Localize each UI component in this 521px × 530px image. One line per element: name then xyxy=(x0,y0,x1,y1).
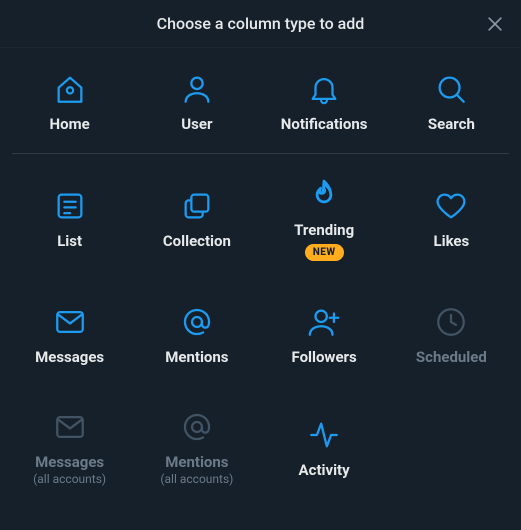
home-icon xyxy=(53,72,87,106)
column-type-followers[interactable]: Followers xyxy=(261,301,388,370)
envelope-icon xyxy=(53,305,87,339)
column-type-likes[interactable]: Likes xyxy=(388,174,515,266)
tile-row: Home User Notifications Search xyxy=(0,48,521,153)
tile-label: Mentions xyxy=(165,349,228,366)
tile-sublabel: (all accounts) xyxy=(33,472,106,486)
bell-icon xyxy=(307,72,341,106)
column-type-home[interactable]: Home xyxy=(6,68,133,137)
tile-label: Messages xyxy=(35,454,104,471)
clock-icon xyxy=(434,305,468,339)
dialog-header: Choose a column type to add xyxy=(0,0,521,48)
add-column-dialog: Choose a column type to add Home User No… xyxy=(0,0,521,530)
tile-label: Trending xyxy=(294,222,354,239)
column-type-mentions-all: Mentions (all accounts) xyxy=(133,406,260,491)
envelope-icon xyxy=(53,410,87,444)
column-type-scheduled: Scheduled xyxy=(388,301,515,370)
dialog-title: Choose a column type to add xyxy=(157,14,365,33)
column-type-mentions[interactable]: Mentions xyxy=(133,301,260,370)
tile-row: Messages (all accounts) Mentions (all ac… xyxy=(0,386,521,507)
tile-label: Messages xyxy=(35,349,104,366)
user-icon xyxy=(180,72,214,106)
column-type-list[interactable]: List xyxy=(6,174,133,266)
tile-label: User xyxy=(181,116,212,133)
column-type-user[interactable]: User xyxy=(133,68,260,137)
tile-label: List xyxy=(57,233,82,250)
tile-label: Scheduled xyxy=(416,349,487,366)
column-type-activity[interactable]: Activity xyxy=(261,406,388,491)
new-badge: NEW xyxy=(305,244,344,261)
column-type-search[interactable]: Search xyxy=(388,68,515,137)
column-type-collection[interactable]: Collection xyxy=(133,174,260,266)
at-icon xyxy=(180,410,214,444)
column-type-messages-all: Messages (all accounts) xyxy=(6,406,133,491)
tile-row: List Collection Trending NEW Likes xyxy=(0,154,521,282)
close-icon xyxy=(485,14,505,34)
tile-label: Activity xyxy=(299,462,350,479)
list-icon xyxy=(53,189,87,223)
collection-icon xyxy=(180,189,214,223)
tile-sublabel: (all accounts) xyxy=(160,472,233,486)
tile-label: Search xyxy=(428,116,475,133)
activity-icon xyxy=(307,418,341,452)
tile-label: Home xyxy=(50,116,90,133)
close-button[interactable] xyxy=(481,10,509,38)
search-icon xyxy=(434,72,468,106)
flame-icon xyxy=(307,178,341,212)
column-type-messages[interactable]: Messages xyxy=(6,301,133,370)
tile-label: Collection xyxy=(163,233,231,250)
tile-label: Likes xyxy=(433,233,469,250)
column-type-notifications[interactable]: Notifications xyxy=(261,68,388,137)
at-icon xyxy=(180,305,214,339)
tile-label: Notifications xyxy=(281,116,368,133)
column-type-trending[interactable]: Trending NEW xyxy=(261,174,388,266)
tile-row: Messages Mentions Followers Scheduled xyxy=(0,281,521,386)
tile-label: Followers xyxy=(291,349,356,366)
tile-label: Mentions xyxy=(165,454,228,471)
user-plus-icon xyxy=(307,305,341,339)
heart-icon xyxy=(434,189,468,223)
